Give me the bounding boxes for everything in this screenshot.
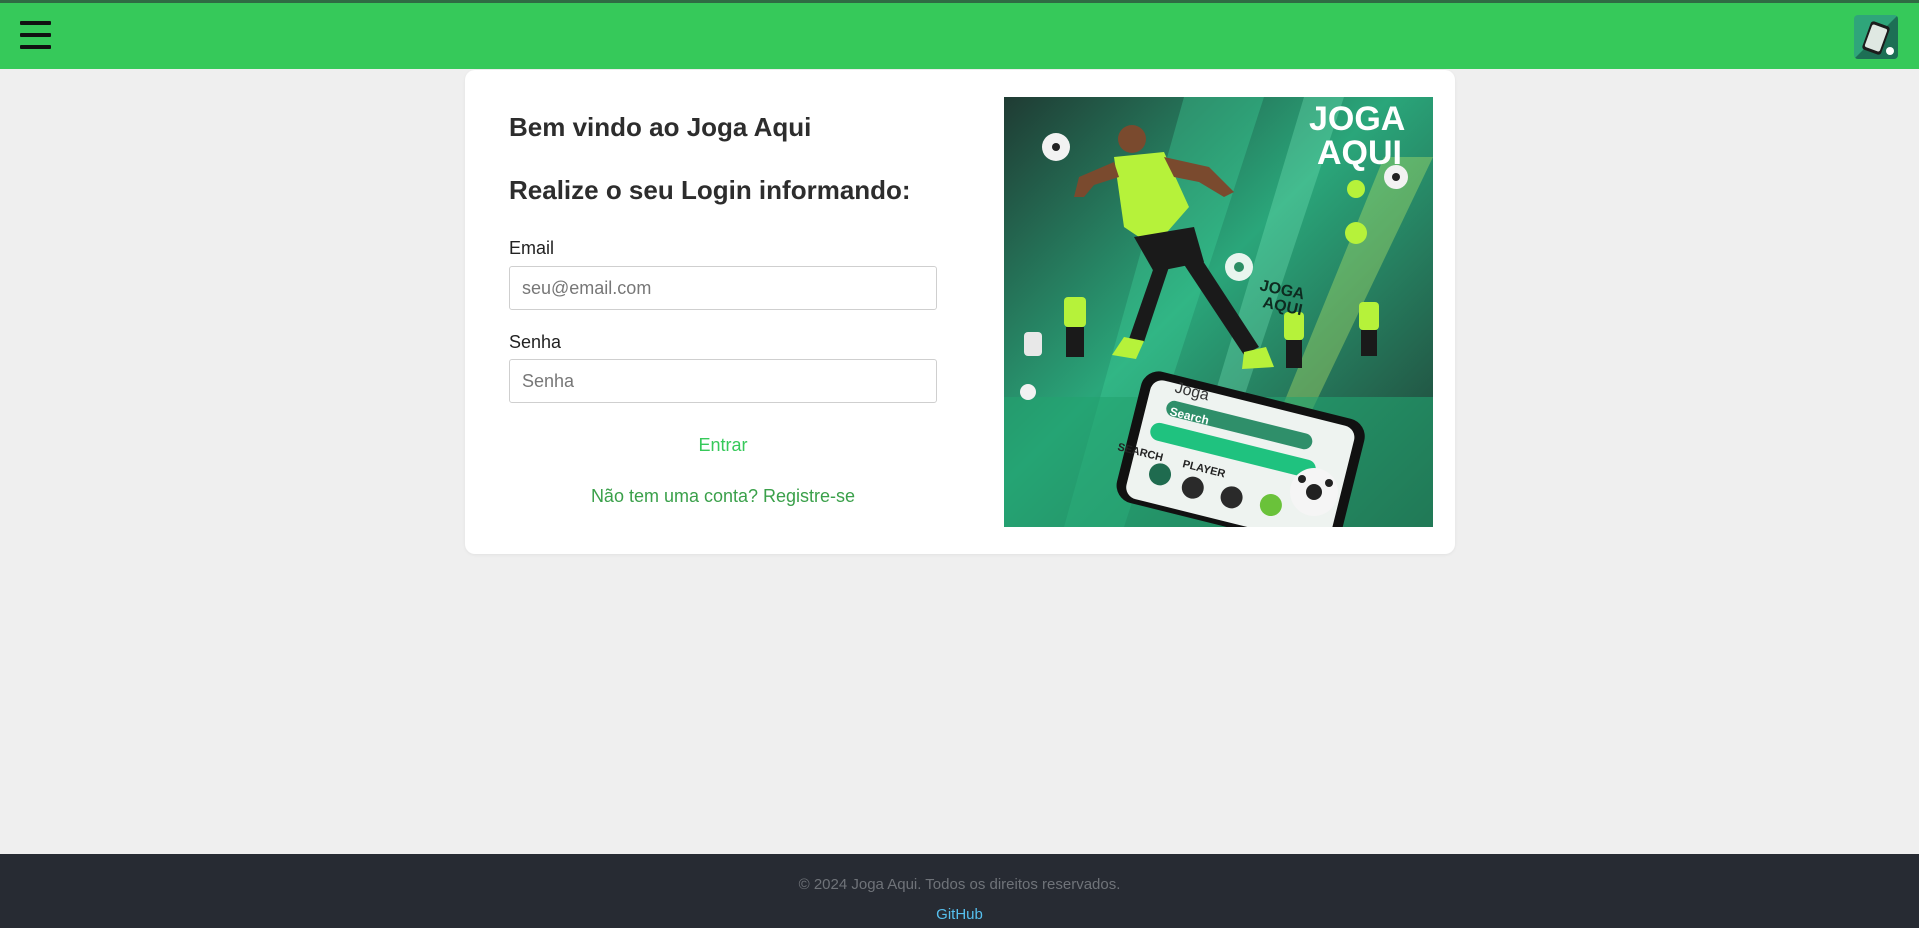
football-app-illustration: JOGA AQUI JOGA AQUI Joga Search SEARCH P… xyxy=(1004,97,1433,527)
login-card: Bem vindo ao Joga Aqui Realize o seu Log… xyxy=(465,70,1455,554)
password-field[interactable] xyxy=(509,359,937,403)
login-subtitle: Realize o seu Login informando: xyxy=(509,175,911,205)
password-label: Senha xyxy=(509,332,562,352)
github-link[interactable]: GitHub xyxy=(936,906,983,923)
footer-copyright: © 2024 Joga Aqui. Todos os direitos rese… xyxy=(798,876,1121,893)
footer: © 2024 Joga Aqui. Todos os direitos rese… xyxy=(0,854,1919,928)
email-label: Email xyxy=(509,238,555,258)
joga-aqui-logo-icon xyxy=(1854,15,1898,59)
login-button[interactable]: Entrar xyxy=(509,434,937,457)
hero-logo-line1: JOGA xyxy=(1309,100,1405,138)
hero-image: JOGA AQUI JOGA AQUI Joga Search SEARCH P… xyxy=(1004,97,1433,527)
navbar xyxy=(0,3,1919,69)
hero-logo-line2: AQUI xyxy=(1317,134,1402,172)
email-field[interactable] xyxy=(509,266,937,310)
avatar[interactable] xyxy=(1854,15,1898,59)
register-link[interactable]: Não tem uma conta? Registre-se xyxy=(509,486,937,507)
hamburger-icon[interactable] xyxy=(20,21,51,54)
welcome-title: Bem vindo ao Joga Aqui xyxy=(509,112,812,142)
